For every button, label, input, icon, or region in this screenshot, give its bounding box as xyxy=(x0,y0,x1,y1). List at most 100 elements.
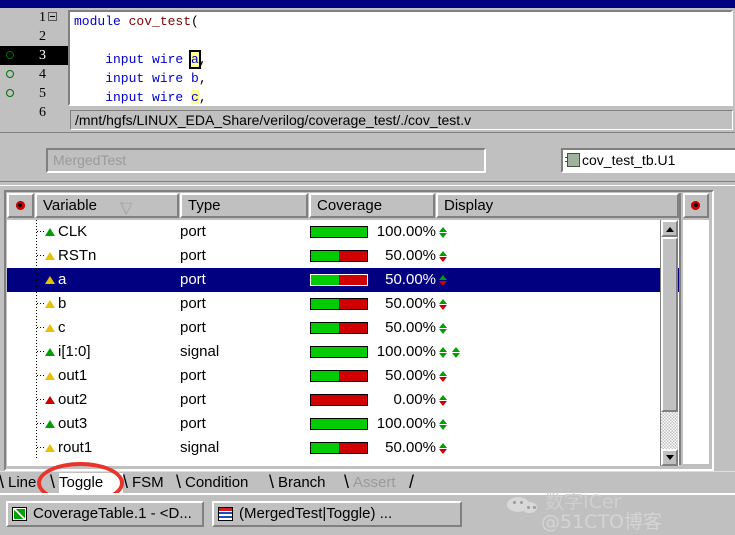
table-row[interactable]: RSTn port 50.00% xyxy=(7,244,679,268)
tab-line[interactable]: Line xyxy=(8,473,50,493)
row-variable-type: port xyxy=(180,223,206,240)
table-row[interactable]: c port 50.00% xyxy=(7,316,679,340)
column-header-coverage[interactable]: Coverage xyxy=(309,193,435,218)
code-token: , xyxy=(198,71,207,86)
tree-branch xyxy=(37,399,44,400)
row-variable-name: i[1:0] xyxy=(58,343,91,360)
coverage-status-triangle-icon xyxy=(45,396,55,404)
tab-condition[interactable]: Condition xyxy=(185,473,269,493)
coverage-bar xyxy=(310,274,368,286)
coverage-percent: 0.00% xyxy=(393,391,436,408)
table-row[interactable]: rout1 signal 50.00% xyxy=(7,436,679,460)
breakpoint-icon[interactable] xyxy=(6,70,14,78)
table-row[interactable]: a port 50.00% xyxy=(7,268,679,292)
coverage-percent: 100.00% xyxy=(376,343,436,360)
sheet-tab-bar: \Line\Toggle\FSM\Condition\Branch\Assert… xyxy=(0,471,735,494)
taskbar-button-coverage-table[interactable]: CoverageTable.1 - <D... xyxy=(6,501,204,527)
coverage-trend-icon[interactable] xyxy=(439,371,448,382)
tab-fsm[interactable]: FSM xyxy=(132,473,176,493)
row-variable-type: port xyxy=(180,391,206,408)
coverage-trend-icon[interactable] xyxy=(439,347,448,358)
taskbar-button-coverage-table-label: CoverageTable.1 - <D... xyxy=(33,505,192,522)
row-variable-name: c xyxy=(58,319,66,336)
gutter-line-4[interactable]: 4 xyxy=(0,65,68,84)
show-input[interactable]: cov_test_tb.U1 xyxy=(561,148,735,173)
table-row[interactable]: CLK port 100.00% xyxy=(7,220,679,244)
coverage-trend-icon[interactable] xyxy=(439,395,448,406)
table-vertical-scrollbar[interactable] xyxy=(660,220,678,466)
scroll-up-arrow-icon xyxy=(665,226,674,232)
column-header-type[interactable]: Type xyxy=(180,193,308,218)
row-variable-type: signal xyxy=(180,343,220,360)
coverage-status-triangle-icon xyxy=(45,276,55,284)
gutter-line-6[interactable]: 6 xyxy=(0,103,68,122)
coverage-trend-icon[interactable] xyxy=(439,275,448,286)
column-header-variable[interactable]: Variable xyxy=(35,193,179,218)
coverage-trend-icon[interactable] xyxy=(439,227,448,238)
row-variable-type: port xyxy=(180,247,206,264)
tree-line xyxy=(36,364,37,388)
row-variable-name: out2 xyxy=(58,391,88,408)
code-line-5: input wire c, xyxy=(70,88,731,104)
window-title-bar xyxy=(0,0,735,8)
row-variable-type: port xyxy=(180,295,206,312)
row-variable-type: port xyxy=(180,271,206,288)
coverage-trend-icon[interactable] xyxy=(439,323,448,334)
table-corner-button[interactable] xyxy=(7,193,34,218)
code-token: cov_test xyxy=(128,14,192,29)
tree-branch xyxy=(37,279,44,280)
tab-separator: \ xyxy=(176,472,182,492)
breakpoint-icon[interactable] xyxy=(6,51,14,59)
line-number: 2 xyxy=(39,29,46,44)
coverage-trend-icon[interactable] xyxy=(452,347,461,358)
coverage-trend-icon[interactable] xyxy=(439,443,448,454)
column-header-display[interactable]: Display xyxy=(436,193,679,218)
coverage-trend-icon[interactable] xyxy=(439,419,448,430)
row-variable-name: out1 xyxy=(58,367,88,384)
tab-assert[interactable]: Assert xyxy=(353,473,409,493)
tree-branch xyxy=(37,375,44,376)
code-token: module xyxy=(74,14,129,29)
coverage-table: Variable Type Coverage Display CLK port 10… xyxy=(4,190,714,471)
gutter-line-5[interactable]: 5 xyxy=(0,84,68,103)
table-row[interactable]: out3 port 100.00% xyxy=(7,412,679,436)
table-row[interactable]: out1 port 50.00% xyxy=(7,364,679,388)
tree-line xyxy=(36,244,37,268)
scroll-up-button[interactable] xyxy=(661,220,678,237)
gutter-line-2[interactable]: 2 xyxy=(0,27,68,46)
table-row[interactable]: b port 50.00% xyxy=(7,292,679,316)
tree-line xyxy=(36,316,37,340)
tab-toggle[interactable]: Toggle xyxy=(59,473,123,493)
scroll-thumb[interactable] xyxy=(661,237,678,412)
taskbar-button-merged-test[interactable]: (MergedTest|Toggle) ... xyxy=(212,501,462,527)
coverage-trend-icon[interactable] xyxy=(439,299,448,310)
coverage-status-triangle-icon xyxy=(45,372,55,380)
gutter-line-1[interactable]: 1 xyxy=(0,8,68,27)
breakpoint-icon[interactable] xyxy=(6,89,14,97)
table-row[interactable]: i[1:0] signal 100.00% xyxy=(7,340,679,364)
table-right-column xyxy=(679,193,711,465)
tab-separator: \ xyxy=(123,472,129,492)
source-code-pane: 1 2 3 4 5 6 module cov_test( input wire a, in… xyxy=(0,8,735,120)
fold-collapse-icon[interactable] xyxy=(48,12,57,21)
source-code-view[interactable]: module cov_test( input wire a, input wir… xyxy=(68,10,733,106)
table-row[interactable]: out2 port 0.00% xyxy=(7,388,679,412)
test-input[interactable]: MergedTest xyxy=(46,148,486,173)
scroll-track[interactable] xyxy=(661,412,678,449)
line-number: 5 xyxy=(39,86,46,101)
row-variable-type: signal xyxy=(180,439,220,456)
code-token: ( xyxy=(191,14,199,29)
tree-line xyxy=(36,388,37,412)
coverage-bar xyxy=(310,346,368,358)
taskbar-button-merged-test-label: (MergedTest|Toggle) ... xyxy=(239,505,393,522)
row-variable-name: RSTn xyxy=(58,247,97,264)
right-column-header[interactable] xyxy=(683,193,709,218)
coverage-trend-icon[interactable] xyxy=(439,251,448,262)
line-number-gutter: 1 2 3 4 5 6 xyxy=(0,8,68,120)
gutter-line-3[interactable]: 3 xyxy=(0,46,68,65)
scroll-down-button[interactable] xyxy=(661,449,678,466)
coverage-bar xyxy=(310,370,368,382)
tab-branch[interactable]: Branch xyxy=(278,473,344,493)
coverage-status-triangle-icon xyxy=(45,324,55,332)
coverage-percent: 100.00% xyxy=(376,223,436,240)
